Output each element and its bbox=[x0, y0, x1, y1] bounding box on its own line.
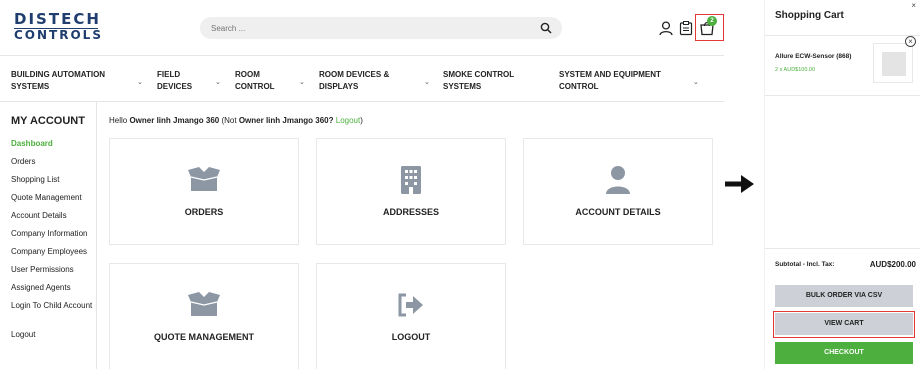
nav-label-line1: ROOM bbox=[235, 70, 260, 79]
chevron-down-icon[interactable]: ⌄ bbox=[693, 78, 699, 86]
cart-item-thumbnail[interactable] bbox=[873, 43, 913, 83]
chevron-down-icon[interactable]: ⌄ bbox=[299, 78, 305, 86]
hello-logout-link[interactable]: Logout bbox=[334, 116, 360, 125]
card-label: ORDERS bbox=[184, 207, 224, 217]
close-icon[interactable]: × bbox=[911, 1, 916, 10]
logo-rule bbox=[14, 28, 98, 29]
header-icons: 2 bbox=[656, 14, 724, 42]
remove-item-icon[interactable]: × bbox=[905, 36, 916, 47]
box-icon bbox=[188, 167, 220, 191]
logout-icon bbox=[398, 293, 423, 317]
nav-label-line2: SYSTEMS bbox=[443, 82, 482, 91]
cart-item-divider bbox=[765, 95, 920, 96]
hello-suffix: ) bbox=[360, 116, 363, 125]
sidebar-item-quote-management[interactable]: Quote Management bbox=[11, 193, 82, 202]
nav-label-line1: SMOKE CONTROL bbox=[443, 70, 515, 79]
nav-label-line2: CONTROL bbox=[559, 82, 599, 91]
nav-system-equipment[interactable]: SYSTEM AND EQUIPMENT CONTROL bbox=[559, 69, 661, 93]
sidebar-item-orders[interactable]: Orders bbox=[11, 157, 35, 166]
logo-line1: DISTECH bbox=[14, 10, 101, 28]
image-placeholder-icon bbox=[882, 52, 906, 76]
chevron-down-icon[interactable]: ⌄ bbox=[424, 78, 430, 86]
card-logout[interactable]: LOGOUT bbox=[316, 263, 506, 369]
nav-label-line2: DISPLAYS bbox=[319, 82, 359, 91]
hello-user-name: Owner linh Jmango 360 bbox=[129, 116, 220, 125]
nav-label-line1: FIELD bbox=[157, 70, 181, 79]
nav-building-automation[interactable]: BUILDING AUTOMATION SYSTEMS bbox=[11, 69, 105, 93]
chevron-down-icon[interactable]: ⌄ bbox=[137, 78, 143, 86]
user-icon[interactable] bbox=[658, 20, 674, 36]
account-sidebar: MY ACCOUNT Dashboard Orders Shopping Lis… bbox=[0, 102, 97, 369]
nav-divider bbox=[0, 101, 724, 102]
card-orders[interactable]: ORDERS bbox=[109, 138, 299, 245]
cart-count-badge: 2 bbox=[707, 16, 717, 26]
account-page: DISTECH CONTROLS 2 BUILDING AUT bbox=[0, 0, 724, 369]
building-icon bbox=[401, 166, 421, 194]
card-label: LOGOUT bbox=[391, 332, 431, 342]
search-bar bbox=[200, 17, 562, 39]
card-label: ACCOUNT DETAILS bbox=[575, 207, 661, 217]
checkout-button[interactable]: CHECKOUT bbox=[775, 342, 913, 364]
distech-logo[interactable]: DISTECH CONTROLS bbox=[14, 10, 103, 42]
sidebar-item-company-information[interactable]: Company Information bbox=[11, 229, 87, 238]
nav-room-control[interactable]: ROOM CONTROL bbox=[235, 69, 275, 93]
nav-label-line1: SYSTEM AND EQUIPMENT bbox=[559, 70, 661, 79]
nav-label-line2: SYSTEMS bbox=[11, 82, 50, 91]
view-cart-button[interactable]: VIEW CART bbox=[775, 313, 913, 335]
sidebar-item-dashboard[interactable]: Dashboard bbox=[11, 139, 53, 148]
card-account-details[interactable]: ACCOUNT DETAILS bbox=[523, 138, 713, 245]
sidebar-item-login-child-account[interactable]: Login To Child Account bbox=[11, 301, 92, 310]
sidebar-item-logout[interactable]: Logout bbox=[11, 330, 35, 339]
hello-user-name-2: Owner linh Jmango 360? bbox=[238, 116, 334, 125]
hello-prefix: Hello bbox=[109, 116, 130, 125]
sidebar-item-assigned-agents[interactable]: Assigned Agents bbox=[11, 283, 71, 292]
main-nav: BUILDING AUTOMATION SYSTEMS ⌄ FIELD DEVI… bbox=[0, 56, 724, 100]
sidebar-item-shopping-list[interactable]: Shopping List bbox=[11, 175, 59, 184]
nav-label-line1: BUILDING AUTOMATION bbox=[11, 70, 106, 79]
nav-label-line2: CONTROL bbox=[235, 82, 275, 91]
sidebar-title: MY ACCOUNT bbox=[11, 115, 85, 127]
shopping-cart-panel: Shopping Cart × Allure ECW-Sensor (868) … bbox=[764, 0, 920, 369]
card-label: ADDRESSES bbox=[382, 207, 439, 217]
nav-field-devices[interactable]: FIELD DEVICES bbox=[157, 69, 192, 93]
subtotal-label: Subtotal - Incl. Tax: bbox=[775, 261, 835, 268]
nav-label-line1: ROOM DEVICES & bbox=[319, 70, 390, 79]
logo-line2: CONTROLS bbox=[14, 28, 103, 42]
user-icon bbox=[606, 166, 630, 194]
hello-mid: (Not bbox=[219, 116, 239, 125]
sidebar-item-company-employees[interactable]: Company Employees bbox=[11, 247, 87, 256]
cart-item-name[interactable]: Allure ECW-Sensor (868) bbox=[775, 53, 851, 60]
arrow-right-icon bbox=[725, 175, 754, 193]
card-label: QUOTE MANAGEMENT bbox=[154, 332, 254, 342]
card-addresses[interactable]: ADDRESSES bbox=[316, 138, 506, 245]
box-icon bbox=[188, 292, 220, 316]
nav-smoke-control[interactable]: SMOKE CONTROL SYSTEMS bbox=[443, 69, 514, 93]
cart-item-qty: 2 x AUD$100.00 bbox=[775, 67, 816, 73]
card-quote-management[interactable]: QUOTE MANAGEMENT bbox=[109, 263, 299, 369]
bulk-order-button[interactable]: BULK ORDER VIA CSV bbox=[775, 285, 913, 307]
search-input[interactable] bbox=[200, 17, 530, 39]
sidebar-item-account-details[interactable]: Account Details bbox=[11, 211, 67, 220]
cart-summary-divider bbox=[765, 248, 920, 249]
chevron-down-icon[interactable]: ⌄ bbox=[215, 78, 221, 86]
search-icon[interactable] bbox=[540, 22, 552, 34]
quote-list-icon[interactable] bbox=[678, 20, 694, 36]
cart-header-divider bbox=[765, 35, 920, 36]
cart-title: Shopping Cart bbox=[775, 10, 844, 21]
nav-room-devices[interactable]: ROOM DEVICES & DISPLAYS bbox=[319, 69, 389, 93]
welcome-message: Hello Owner linh Jmango 360 (Not Owner l… bbox=[109, 116, 363, 125]
subtotal-value: AUD$200.00 bbox=[869, 260, 916, 269]
nav-label-line2: DEVICES bbox=[157, 82, 193, 91]
sidebar-item-user-permissions[interactable]: User Permissions bbox=[11, 265, 74, 274]
